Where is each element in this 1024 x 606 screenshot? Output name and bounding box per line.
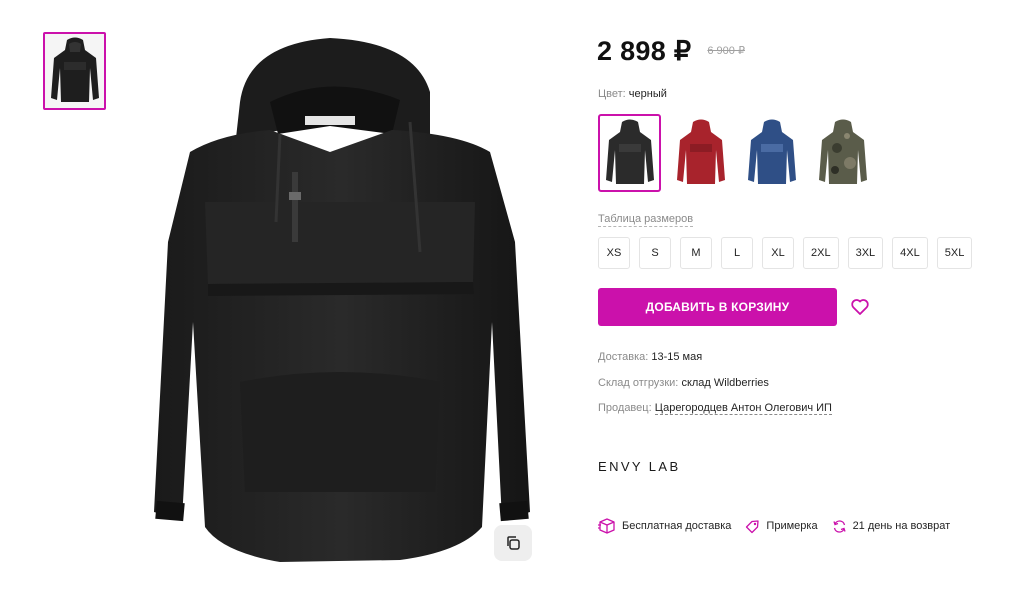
add-to-cart-button[interactable]: ДОБАВИТЬ В КОРЗИНУ — [598, 288, 837, 326]
jacket-blue-icon — [747, 119, 796, 184]
feature-label: 21 день на возврат — [852, 520, 951, 532]
jacket-black-icon — [605, 119, 654, 184]
color-line: Цвет: черный — [598, 88, 667, 100]
size-option[interactable]: 2XL — [803, 237, 839, 269]
feature-label: Бесплатная доставка — [622, 520, 732, 532]
seller-line: Продавец: Царегородцев Антон Олегович ИП — [598, 402, 832, 415]
favorite-button[interactable] — [850, 297, 870, 317]
color-value: черный — [628, 88, 667, 100]
feature-list: Бесплатная доставка Примерка 21 день на … — [598, 518, 964, 534]
color-swatch-blue[interactable] — [740, 114, 803, 192]
brand-name[interactable]: ENVY LAB — [598, 459, 681, 474]
refresh-icon — [832, 519, 846, 533]
main-product-image — [130, 22, 545, 567]
size-option[interactable]: L — [721, 237, 753, 269]
copy-icon — [507, 536, 520, 550]
feature-label: Примерка — [766, 520, 818, 532]
color-label: Цвет: — [598, 88, 626, 100]
jacket-red-icon — [676, 119, 725, 184]
size-option[interactable]: 5XL — [936, 237, 973, 269]
copy-image-button[interactable] — [494, 525, 532, 561]
size-option[interactable]: 3XL — [847, 237, 884, 269]
size-option[interactable]: 4XL — [892, 237, 928, 269]
box-icon — [598, 518, 615, 534]
current-price: 2 898 ₽ — [597, 36, 692, 66]
feature-fitting: Примерка — [745, 519, 818, 534]
delivery-line: Доставка: 13-15 мая — [598, 351, 702, 363]
seller-link[interactable]: Царегородцев Антон Олегович ИП — [654, 402, 832, 415]
jacket-thumbnail-icon — [50, 37, 99, 102]
warehouse-label: Склад отгрузки: — [598, 377, 679, 389]
product-thumbnail[interactable] — [43, 32, 106, 110]
tag-icon — [746, 519, 760, 533]
feature-free-delivery: Бесплатная доставка — [598, 518, 731, 534]
color-swatches — [598, 114, 874, 192]
delivery-value: 13-15 мая — [651, 351, 703, 363]
price-row: 2 898 ₽ 6 900 ₽ — [597, 36, 745, 67]
size-option[interactable]: XS — [598, 237, 630, 269]
jacket-main-image — [154, 38, 530, 562]
warehouse-line: Склад отгрузки: склад Wildberries — [598, 377, 769, 389]
warehouse-value: склад Wildberries — [681, 377, 769, 389]
size-option[interactable]: XL — [762, 237, 794, 269]
heart-icon — [851, 299, 869, 315]
size-option[interactable]: S — [639, 237, 671, 269]
size-option[interactable]: M — [680, 237, 712, 269]
size-table-link[interactable]: Таблица размеров — [598, 213, 694, 227]
old-price: 6 900 ₽ — [707, 45, 745, 57]
feature-return: 21 день на возврат — [832, 519, 951, 534]
color-swatch-camo[interactable] — [811, 114, 874, 192]
seller-label: Продавец: — [598, 402, 652, 414]
color-swatch-red[interactable] — [669, 114, 732, 192]
delivery-label: Доставка: — [598, 351, 649, 363]
size-selector: XS S M L XL 2XL 3XL 4XL 5XL — [598, 237, 973, 269]
color-swatch-black[interactable] — [598, 114, 661, 192]
jacket-camo-icon — [818, 119, 867, 184]
